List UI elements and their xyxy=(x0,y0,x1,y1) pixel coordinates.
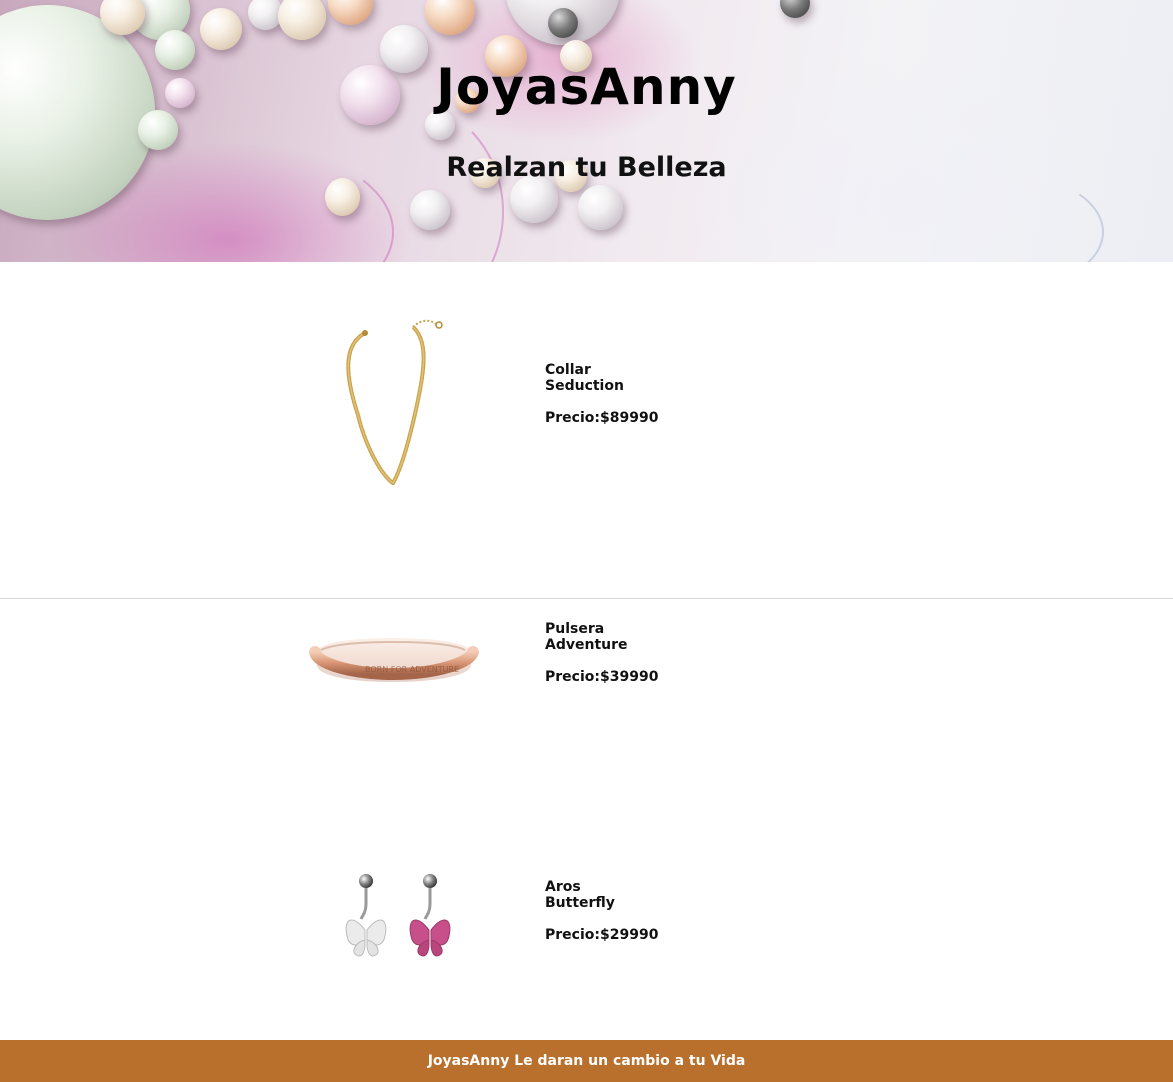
hero-banner: JoyasAnny Realzan tu Belleza xyxy=(0,0,1173,262)
pearl-decoration xyxy=(138,110,178,150)
rose-gold-cuff-bracelet-image: BORN FOR ADVENTURE xyxy=(303,600,483,710)
footer-text: JoyasAnny Le daran un cambio a tu Vida xyxy=(427,1053,746,1069)
pearl-decoration xyxy=(328,0,373,25)
butterfly-earrings-image xyxy=(303,820,483,1000)
product-name-line2: Adventure xyxy=(545,637,628,653)
product-info: Collar Seduction Precio:$89990 xyxy=(545,362,685,426)
pearl-decoration xyxy=(325,178,360,216)
price-label: Precio: xyxy=(545,410,600,426)
price-label: Precio: xyxy=(545,669,600,685)
product-info: Aros Butterfly Precio:$29990 xyxy=(545,879,685,943)
section-divider xyxy=(0,598,1173,599)
gold-necklace-image xyxy=(303,305,483,486)
pearl-decoration xyxy=(578,185,623,230)
necklace-icon xyxy=(346,319,443,486)
pearl-decoration xyxy=(780,0,810,18)
product-price: Precio:$29990 xyxy=(545,927,685,943)
product-info: Pulsera Adventure Precio:$39990 xyxy=(545,621,685,685)
product-name: Pulsera Adventure xyxy=(545,621,685,653)
product-name: Collar Seduction xyxy=(545,362,685,394)
marble-vein xyxy=(880,170,1104,262)
site-title: JoyasAnny xyxy=(436,58,737,116)
product-name-line2: Seduction xyxy=(545,378,624,394)
pearl-decoration xyxy=(425,0,475,35)
svg-text:BORN FOR ADVENTURE: BORN FOR ADVENTURE xyxy=(365,665,459,674)
price-value: $39990 xyxy=(599,669,659,685)
pearl-decoration xyxy=(548,8,578,38)
price-label: Precio: xyxy=(545,927,600,943)
product-price: Precio:$89990 xyxy=(545,410,685,426)
pearl-decoration xyxy=(278,0,326,40)
pearl-decoration xyxy=(410,190,450,230)
pearl-decoration xyxy=(200,8,242,50)
site-footer: JoyasAnny Le daran un cambio a tu Vida xyxy=(0,1040,1173,1082)
product-name-line1: Collar xyxy=(545,362,591,378)
product-price: Precio:$39990 xyxy=(545,669,685,685)
price-value: $89990 xyxy=(599,410,659,426)
product-name: Aros Butterfly xyxy=(545,879,685,911)
earrings-icon xyxy=(345,874,451,957)
product-name-line1: Pulsera xyxy=(545,621,605,637)
site-subtitle: Realzan tu Belleza xyxy=(446,152,727,183)
product-name-line1: Aros xyxy=(545,879,581,895)
bracelet-icon: BORN FOR ADVENTURE xyxy=(309,638,479,682)
price-value: $29990 xyxy=(599,927,659,943)
product-name-line2: Butterfly xyxy=(545,895,615,911)
